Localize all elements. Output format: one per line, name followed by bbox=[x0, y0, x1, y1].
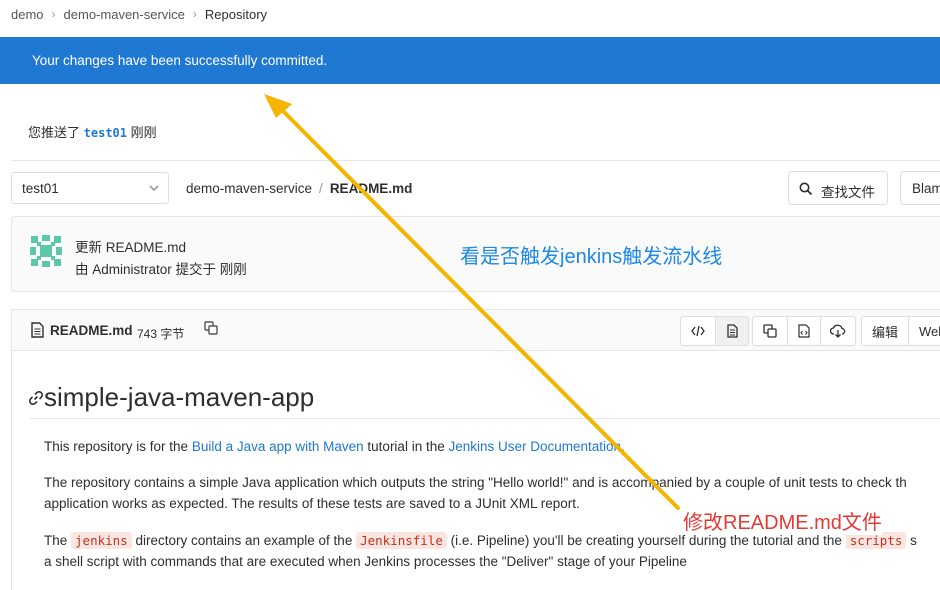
text: s bbox=[906, 533, 917, 548]
divider bbox=[11, 160, 940, 161]
link-icon[interactable] bbox=[28, 390, 44, 406]
file-icon bbox=[31, 322, 44, 338]
paragraph-line: a shell script with commands that are ex… bbox=[44, 554, 687, 569]
edit-button[interactable]: 编辑 bbox=[861, 316, 909, 346]
build-java-app-link[interactable]: Build a Java app with Maven bbox=[192, 439, 364, 454]
copy-source-button[interactable] bbox=[752, 316, 788, 346]
chevron-right-icon: › bbox=[51, 7, 56, 21]
blame-label: Blam bbox=[912, 181, 940, 196]
push-notice-prefix: 您推送了 bbox=[28, 125, 81, 140]
file-name: README.md bbox=[50, 323, 133, 338]
flash-message: Your changes have been successfully comm… bbox=[32, 53, 328, 68]
edit-label: 编辑 bbox=[871, 324, 898, 340]
copy-icon bbox=[763, 324, 777, 338]
text: The bbox=[44, 533, 72, 548]
blame-button[interactable]: Blam bbox=[900, 171, 940, 205]
jenkins-user-docs-link[interactable]: Jenkins User Documentation bbox=[448, 439, 621, 454]
text: directory contains an example of the bbox=[131, 533, 357, 548]
breadcrumb: demo › demo-maven-service › Repository bbox=[11, 7, 267, 22]
chevron-right-icon: › bbox=[192, 7, 197, 21]
path-file: README.md bbox=[329, 181, 413, 196]
readme-heading-text: simple-java-maven-app bbox=[44, 382, 315, 412]
push-notice-time: 刚刚 bbox=[130, 125, 157, 140]
find-file-label: 查找文件 bbox=[821, 185, 875, 200]
open-raw-button[interactable] bbox=[787, 316, 821, 346]
path-project-link[interactable]: demo-maven-service bbox=[186, 181, 312, 196]
branch-selector[interactable]: test01 bbox=[11, 172, 169, 204]
push-notice-branch-link[interactable]: test01 bbox=[84, 126, 127, 140]
web-ide-label: Web bbox=[919, 323, 940, 339]
commit-title[interactable]: 更新 README.md bbox=[75, 236, 186, 256]
breadcrumb-item-demo[interactable]: demo bbox=[11, 7, 44, 22]
breadcrumb-item-repository[interactable]: Repository bbox=[205, 7, 267, 22]
copy-path-icon[interactable] bbox=[204, 321, 218, 335]
text: This repository is for the bbox=[44, 439, 192, 454]
download-button[interactable] bbox=[820, 316, 856, 346]
annotation-blue-note: 看是否触发jenkins触发流水线 bbox=[460, 246, 723, 268]
text: . bbox=[621, 439, 625, 454]
display-rendered-button[interactable] bbox=[715, 316, 749, 346]
file-header: README.md 743 字节 编辑 Web bbox=[11, 309, 940, 351]
commit-meta: 由 Administrator 提交于 刚刚 bbox=[75, 262, 247, 277]
code-icon bbox=[691, 325, 705, 337]
avatar[interactable] bbox=[28, 233, 64, 269]
text: tutorial in the bbox=[363, 439, 449, 454]
paragraph-line: The repository contains a simple Java ap… bbox=[44, 475, 907, 490]
path-separator: / bbox=[319, 181, 323, 196]
flash-notice: Your changes have been successfully comm… bbox=[0, 37, 940, 84]
heading-rule bbox=[30, 418, 940, 419]
text: (i.e. Pipeline) you'll be creating yours… bbox=[446, 533, 846, 548]
inline-code: jenkins bbox=[71, 532, 132, 549]
web-ide-button[interactable]: Web bbox=[908, 316, 940, 346]
document-icon bbox=[726, 324, 738, 338]
branch-selector-label: test01 bbox=[22, 181, 59, 196]
file-size: 743 字节 bbox=[137, 327, 185, 341]
download-icon bbox=[830, 324, 846, 338]
raw-file-icon bbox=[798, 324, 810, 338]
push-notice: 您推送了 test01 刚刚 bbox=[28, 122, 157, 141]
inline-code: Jenkinsfile bbox=[356, 532, 447, 549]
readme-paragraph-1: This repository is for the Build a Java … bbox=[44, 436, 625, 457]
file-path: demo-maven-service / README.md bbox=[186, 181, 412, 196]
annotation-red-note: 修改README.md文件 bbox=[683, 506, 882, 535]
display-source-button[interactable] bbox=[680, 316, 716, 346]
find-file-button[interactable]: 查找文件 bbox=[788, 171, 888, 205]
breadcrumb-item-project[interactable]: demo-maven-service bbox=[64, 7, 185, 22]
readme-paragraph-3: The jenkins directory contains an exampl… bbox=[44, 530, 917, 572]
chevron-down-icon bbox=[149, 185, 159, 192]
readme-heading: simple-java-maven-app bbox=[28, 382, 314, 413]
search-icon bbox=[799, 182, 813, 196]
